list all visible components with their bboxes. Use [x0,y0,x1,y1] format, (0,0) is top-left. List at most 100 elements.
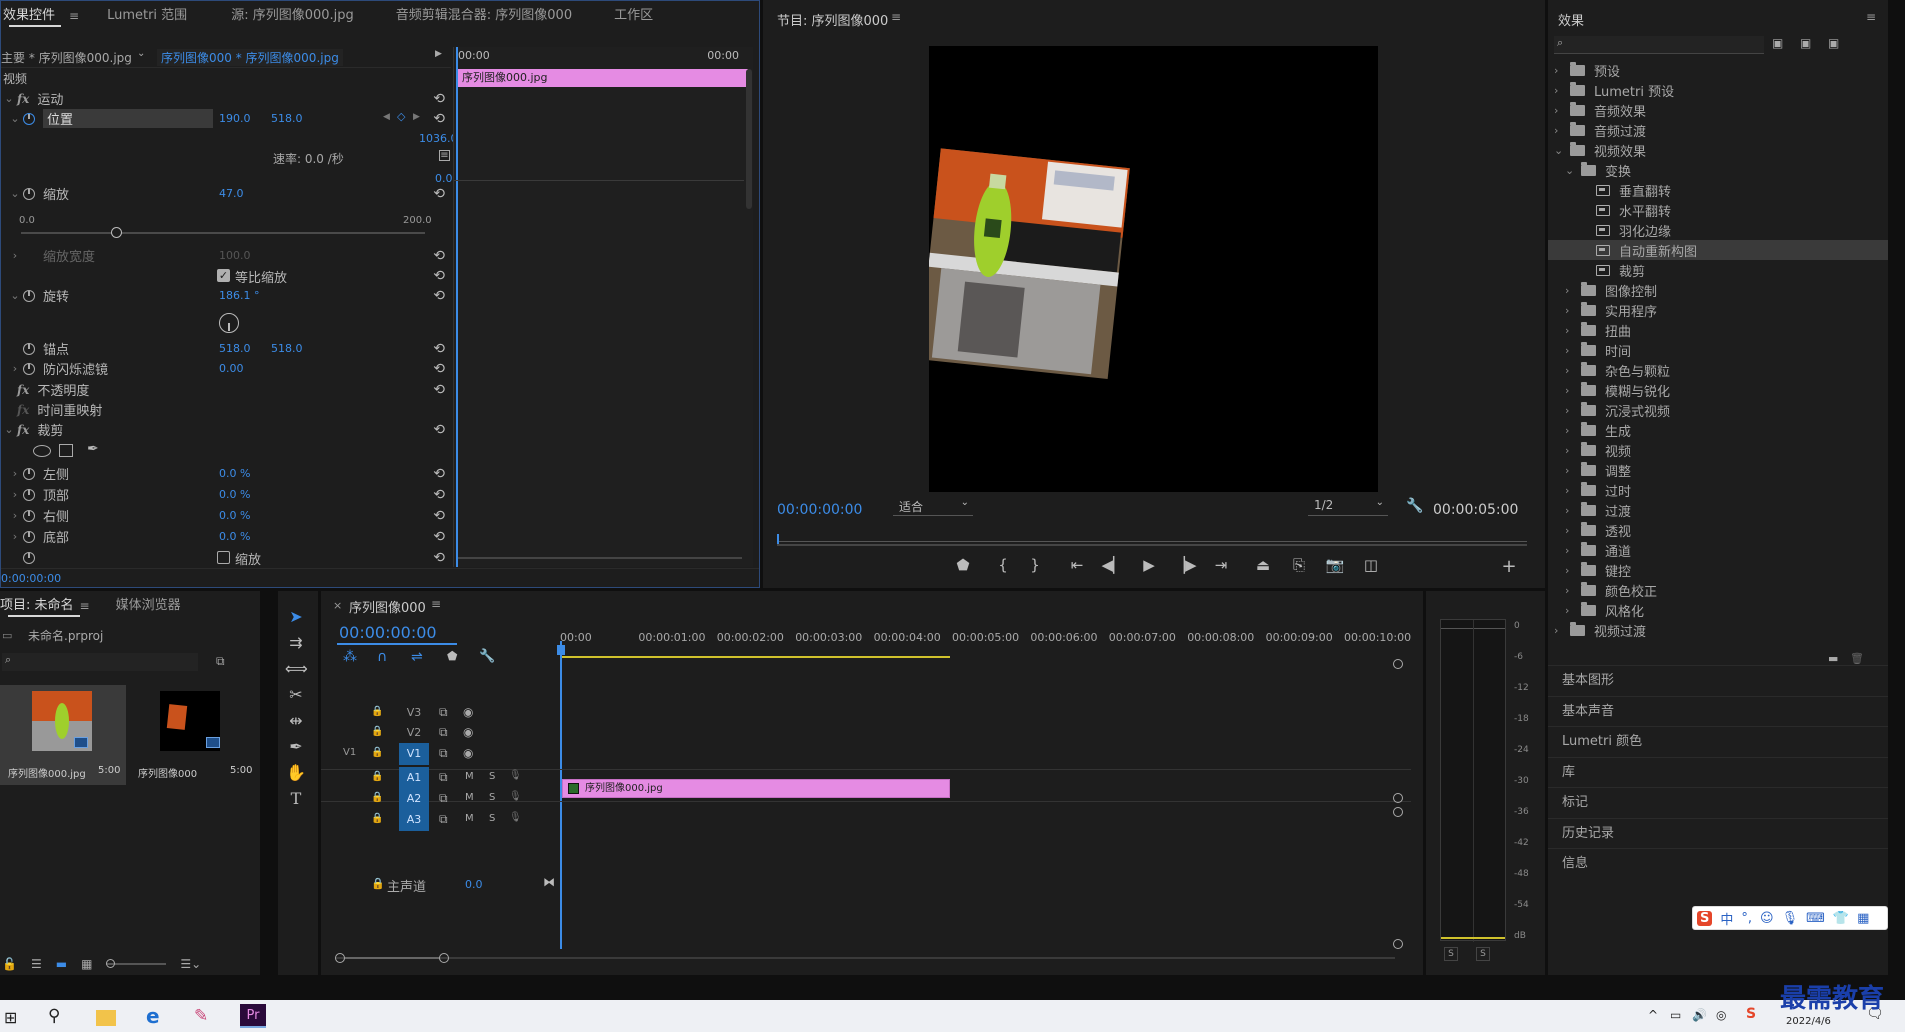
effects-tree-item[interactable]: › 键控 [1548,560,1888,580]
lock-icon[interactable]: 🔒 [371,726,383,737]
network-icon[interactable]: ▭ [1670,1008,1681,1022]
side-panel-item[interactable]: 库 [1548,756,1888,787]
effects-tree-item[interactable]: 垂直翻转 [1548,180,1888,200]
reset-icon[interactable]: ⟲ [433,382,445,398]
effects-tree-item[interactable]: › 时间 [1548,340,1888,360]
sync-lock-icon[interactable]: ⧉ [439,725,448,740]
chevron-down-icon[interactable]: ⌄ [1,92,17,105]
stopwatch-icon[interactable] [23,551,35,564]
chevron-right-icon[interactable]: › [1565,404,1581,417]
panel-menu-icon[interactable]: ≡ [69,9,79,23]
ime-toolbar[interactable]: S 中 °, ☺ 🎙 ⌨ 👕 ▦ [1692,906,1888,930]
go-to-in-icon[interactable]: ⇤ [1064,556,1090,574]
uniform-scale-checkbox[interactable]: ✓ [217,269,230,282]
stopwatch-icon[interactable] [23,362,35,375]
chevron-right-icon[interactable]: › [1554,124,1570,137]
master-track-value[interactable]: 0.0 [465,878,483,891]
reset-icon[interactable]: ⟲ [433,288,445,304]
effects-tree-item[interactable]: › 风格化 [1548,600,1888,620]
play-only-audio-icon[interactable]: ▶ [435,49,442,59]
side-panel-item[interactable]: 基本图形 [1548,665,1888,695]
reset-icon[interactable]: ⟲ [433,111,445,127]
sync-lock-icon[interactable]: ⧉ [439,812,448,827]
effects-tree-item[interactable]: › 音频效果 [1548,100,1888,120]
side-panel-item[interactable]: 历史记录 [1548,817,1888,848]
pen-mask-icon[interactable]: ✒ [87,441,99,457]
tab-media-browser[interactable]: 媒体浏览器 [102,591,195,621]
mark-out-icon[interactable]: } [1022,556,1048,574]
solo-left-button[interactable]: S [1444,947,1458,961]
32bit-effects-icon[interactable]: ▣ [1800,36,1811,50]
lock-icon[interactable]: 🔒 [371,877,385,890]
effects-tree-item[interactable]: › 沉浸式视频 [1548,400,1888,420]
chevron-right-icon[interactable]: › [7,249,23,262]
effects-tree-item[interactable]: 羽化边缘 [1548,220,1888,240]
wrench-icon[interactable]: 🔧 [479,649,495,664]
microphone-icon[interactable]: 🎙 [509,770,522,781]
work-area-bar[interactable] [562,656,950,658]
sync-lock-icon[interactable]: ⧉ [439,705,448,720]
chevron-right-icon[interactable]: › [1565,564,1581,577]
razor-tool-icon[interactable]: ✂ [285,684,307,706]
scale-value[interactable]: 47.0 [219,187,244,200]
export-frame-icon[interactable]: 📷 [1322,556,1348,574]
chevron-right-icon[interactable]: › [1565,284,1581,297]
punctuation-icon[interactable]: °, [1741,911,1752,926]
eye-icon[interactable]: ◉ [463,725,473,739]
skin-icon[interactable]: 👕 [1833,911,1849,926]
scale-slider-handle[interactable] [110,227,122,238]
prev-keyframe-icon[interactable]: ◀ [383,112,390,122]
crop-bottom-row[interactable]: › 底部 0.0 % ⟲ [1,526,453,547]
rotation-dial[interactable] [219,313,239,333]
position-row[interactable]: ⌄ 位置 190.0 518.0 ◀ ◇ ▶ ⟲ [1,108,453,129]
tab-effect-controls[interactable]: 效果控件 [1,1,69,31]
microphone-icon[interactable]: 🎙 [1782,911,1799,926]
ellipse-mask-icon[interactable] [33,445,51,457]
ripple-edit-tool-icon[interactable]: ⟺ [285,658,308,680]
chevron-right-icon[interactable]: › [1565,384,1581,397]
lock-icon[interactable]: 🔒 [371,813,383,824]
fit-dropdown[interactable]: 适合 ⌄ [893,496,973,516]
solo-button[interactable]: S [489,813,495,824]
anchor-x-value[interactable]: 518.0 [219,342,251,355]
effect-controls-timeline[interactable]: 00:00 00:00 序列图像000.jpg [453,47,753,567]
effects-tree-item[interactable]: › 扭曲 [1548,320,1888,340]
reset-icon[interactable]: ⟲ [433,361,445,377]
chevron-right-icon[interactable]: › [7,509,23,522]
lock-icon[interactable]: 🔒 [371,792,383,803]
uniform-scale-row[interactable]: ✓ 等比缩放 ⟲ [1,265,453,286]
crop-left-value[interactable]: 0.0 % [219,467,250,480]
opacity-row[interactable]: fx 不透明度 ⟲ [1,379,453,400]
crop-bottom-value[interactable]: 0.0 % [219,530,250,543]
delete-icon[interactable]: 🗑 [1850,652,1864,665]
chevron-down-icon[interactable]: ⌄ [7,112,23,125]
lock-icon[interactable]: 🔒 [371,706,383,717]
crop-row[interactable]: ⌄ fx 裁剪 ⟲ [1,419,453,440]
toolbox-icon[interactable]: ▦ [1857,911,1869,926]
freeform-view-icon[interactable]: ▦ [81,957,92,971]
search-icon[interactable]: ⚲ [48,1006,60,1026]
motion-row[interactable]: ⌄ fx 运动 ⟲ [1,88,453,109]
tab-source[interactable]: 源: 序列图像000.jpg [217,1,368,31]
mute-button[interactable]: M [465,792,474,803]
go-to-out-icon[interactable]: ⇥ [1208,556,1234,574]
crop-zoom-checkbox[interactable] [217,551,230,564]
position-x-value[interactable]: 190.0 [219,112,251,125]
time-remap-row[interactable]: fx 时间重映射 [1,399,453,420]
step-forward-icon[interactable]: ▕▶ [1172,556,1198,574]
mark-in-icon[interactable]: { [990,556,1016,574]
timeline-timecode[interactable]: 00:00:00:00 [339,623,437,642]
timeline-tab[interactable]: 序列图像000 [349,597,426,616]
snap-icon[interactable]: ∩ [377,649,387,665]
stopwatch-icon[interactable] [23,112,35,125]
mute-button[interactable]: M [465,813,474,824]
add-marker-icon[interactable]: ⬟ [950,556,976,574]
chevron-right-icon[interactable]: › [7,530,23,543]
lift-icon[interactable]: ⏏ [1250,556,1276,574]
step-back-icon[interactable]: ◀▏ [1100,556,1126,574]
effects-tree-item[interactable]: › 颜色校正 [1548,580,1888,600]
scale-width-row[interactable]: › 缩放宽度 100.0 ⟲ [1,245,453,266]
effects-tree-item[interactable]: 裁剪 [1548,260,1888,280]
add-marker-icon[interactable]: ⬟ [447,649,457,663]
linked-selection-icon[interactable]: ⇌ [411,649,423,665]
